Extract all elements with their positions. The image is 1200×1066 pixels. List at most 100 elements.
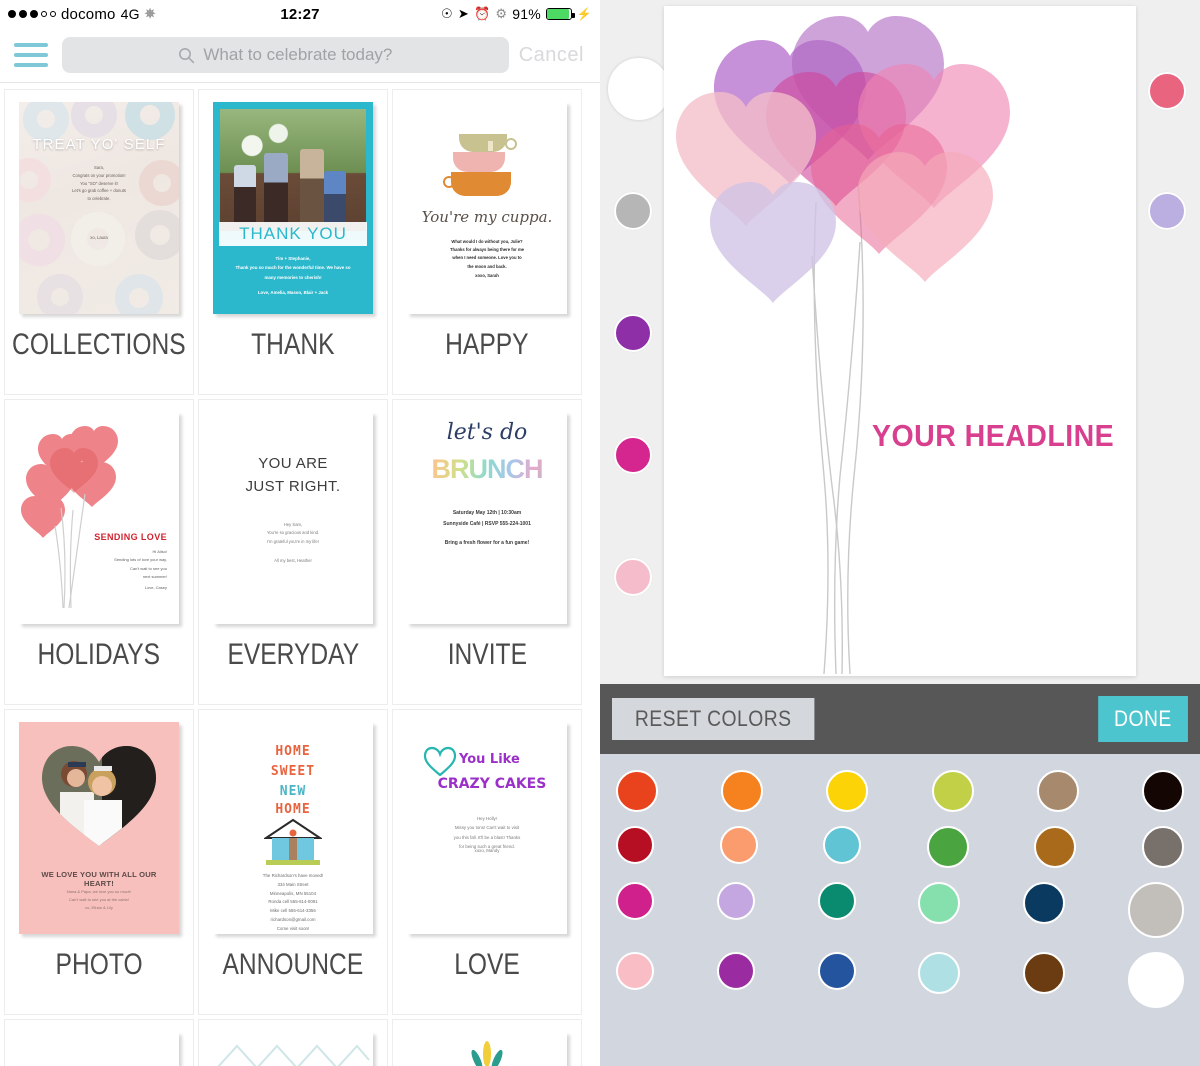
category-card-everyday[interactable]: YOU ARE JUST RIGHT. Hey Sam, You're so g… xyxy=(198,399,388,705)
palette-swatch-peach[interactable] xyxy=(719,826,758,864)
rotation-lock-icon: ☉ xyxy=(441,6,453,21)
palette-swatch-yellow[interactable] xyxy=(826,770,869,812)
palette-swatch-dark-brown[interactable] xyxy=(1023,952,1066,994)
left-swatch-gray[interactable] xyxy=(614,192,652,230)
palette-swatch-red-orange[interactable] xyxy=(616,770,658,812)
palette-row-1 xyxy=(616,770,1184,812)
reset-colors-button[interactable]: RESET COLORS xyxy=(612,698,815,740)
category-label: THANK xyxy=(251,328,335,361)
signal-strength-icon xyxy=(8,10,56,18)
category-card-thank[interactable]: THANK YOU Tim + Stephanie, Thank you so … xyxy=(198,89,388,395)
headline-text[interactable]: YOUR HEADLINE xyxy=(872,418,1114,454)
search-placeholder: What to celebrate today? xyxy=(203,45,393,64)
palette-row-2 xyxy=(616,826,1184,868)
cancel-button[interactable]: Cancel xyxy=(519,44,590,67)
thumb-photo xyxy=(220,109,366,231)
category-label: COLLECTIONS xyxy=(12,328,186,361)
thumb-signature: All my best, Heather xyxy=(274,557,312,563)
category-card-love[interactable]: You Like CRAZY CAKES Hey Holly! Missy yo… xyxy=(392,709,582,1015)
search-icon xyxy=(179,47,195,63)
network-activity-icon: ✵ xyxy=(144,6,156,21)
palette-swatch-warm-gray[interactable] xyxy=(1141,826,1184,868)
card-preview-canvas[interactable]: YOUR HEADLINE xyxy=(664,6,1136,676)
thumb-body: Hi Aliso! Sending lots of love your way.… xyxy=(114,549,167,580)
category-card-partial-2[interactable] xyxy=(198,1019,388,1066)
palette-swatch-tan[interactable] xyxy=(1036,770,1079,812)
thumbnail-partial-2 xyxy=(213,1032,373,1066)
palette-swatch-orange[interactable] xyxy=(721,770,764,812)
thumb-headline: THANK YOU xyxy=(219,222,367,246)
palette-swatch-violet[interactable] xyxy=(716,952,755,990)
category-label: LOVE xyxy=(454,948,520,981)
search-input[interactable]: What to celebrate today? xyxy=(62,37,509,73)
category-label: PHOTO xyxy=(55,948,143,981)
category-card-invite[interactable]: let's do BRUNCH Saturday May 12th | 10:3… xyxy=(392,399,582,705)
heart-photo-icon xyxy=(42,746,156,846)
palette-swatch-black[interactable] xyxy=(1141,770,1184,812)
thumb-headline: BRUNCH xyxy=(415,454,559,485)
palette-swatch-sky-teal[interactable] xyxy=(823,826,862,864)
thumb-headline-line1: HOME xyxy=(275,744,311,759)
left-swatch-purple[interactable] xyxy=(614,314,652,352)
bluetooth-icon: ⚙ xyxy=(495,6,508,21)
thumb-headline: You're my cuppa. xyxy=(421,208,553,226)
thumbnail-thank: THANK YOU Tim + Stephanie, Thank you so … xyxy=(213,102,373,314)
palette-swatch-navy[interactable] xyxy=(1023,882,1066,924)
house-icon xyxy=(264,818,322,865)
palette-swatch-brown-ochre[interactable] xyxy=(1034,826,1077,868)
thumb-headline-line2: SWEET xyxy=(270,764,316,779)
palette-swatch-green[interactable] xyxy=(926,826,969,868)
category-card-photo[interactable]: WE LOVE YOU WITH ALL OUR HEART! Nana & P… xyxy=(4,709,194,1015)
palette-swatch-teal-green[interactable] xyxy=(817,882,856,920)
thumbnail-partial-3 xyxy=(407,1032,567,1066)
category-card-collections[interactable]: TREAT YO' SELF Sara, Congrats on your pr… xyxy=(4,89,194,395)
left-swatch-magenta[interactable] xyxy=(614,436,652,474)
thumbnail-love: You Like CRAZY CAKES Hey Holly! Missy yo… xyxy=(407,722,567,934)
palette-swatch-baby-pink[interactable] xyxy=(616,952,654,990)
alarm-clock-icon: ⏰ xyxy=(473,6,491,21)
category-label: HOLIDAYS xyxy=(37,638,161,671)
hamburger-menu-icon[interactable] xyxy=(10,40,52,70)
left-swatch-light-pink[interactable] xyxy=(614,558,652,596)
category-card-happy[interactable]: You're my cuppa. What would I do without… xyxy=(392,89,582,395)
palette-swatch-light-gray[interactable] xyxy=(1127,882,1184,938)
heart-outline-icon xyxy=(423,746,457,776)
thumb-body: Saturday May 12th | 10:30am Sunnyside Ca… xyxy=(443,510,531,527)
heart-balloons-illustration xyxy=(676,16,1010,675)
palette-swatch-crimson[interactable] xyxy=(616,826,654,864)
burst-icon xyxy=(471,1041,503,1066)
right-swatch-lavender[interactable] xyxy=(1148,192,1186,230)
thumb-signature: xoxo, Sarah xyxy=(475,273,499,278)
category-card-holidays[interactable]: SENDING LOVE Hi Aliso! Sending lots of l… xyxy=(4,399,194,705)
thumb-body: The Richardson's have moved! 334 Main St… xyxy=(262,873,324,931)
thumb-headline-line3: NEW xyxy=(279,784,307,799)
thumb-headline-line4: HOME xyxy=(275,802,311,817)
left-swatch-white[interactable] xyxy=(608,58,670,120)
palette-swatch-magenta[interactable] xyxy=(616,882,654,920)
color-palette xyxy=(600,754,1200,1066)
category-card-partial-1[interactable] xyxy=(4,1019,194,1066)
editor-stage: YOUR HEADLINE xyxy=(600,0,1200,684)
charging-bolt-icon: ⚡ xyxy=(576,7,592,21)
thumbnail-happy: You're my cuppa. What would I do without… xyxy=(407,102,567,314)
thumb-signature: Bring a fresh flower for a fun game! xyxy=(444,540,530,546)
done-button[interactable]: DONE xyxy=(1098,696,1188,742)
palette-swatch-mint[interactable] xyxy=(918,882,961,924)
carrier-label: docomo xyxy=(61,5,116,23)
palette-swatch-white[interactable] xyxy=(1127,952,1184,1008)
search-bar: What to celebrate today? Cancel xyxy=(0,28,600,82)
palette-swatch-blue[interactable] xyxy=(817,952,856,990)
palette-swatch-pale-aqua[interactable] xyxy=(918,952,961,994)
palette-swatch-lime[interactable] xyxy=(931,770,974,812)
right-swatch-rose[interactable] xyxy=(1148,72,1186,110)
thumb-body: Hey Holly! Missy you tons! Can't wait to… xyxy=(453,816,521,849)
thumb-headline: SENDING LOVE xyxy=(94,532,167,542)
category-card-announce[interactable]: HOME SWEET NEW HOME The Richardson's hav… xyxy=(198,709,388,1015)
thumbnail-partial-1 xyxy=(19,1032,179,1066)
category-card-partial-3[interactable] xyxy=(392,1019,582,1066)
battery-percent-label: 91% xyxy=(512,6,541,22)
thumbnail-everyday: YOU ARE JUST RIGHT. Hey Sam, You're so g… xyxy=(213,412,373,624)
status-bar: docomo 4G ✵ 12:27 ☉ ➤ ⏰ ⚙ 91% ⚡ xyxy=(0,0,600,28)
card-editor-pane: YOUR HEADLINE RESET COLORS DONE xyxy=(600,0,1200,1066)
palette-swatch-light-violet[interactable] xyxy=(716,882,755,920)
